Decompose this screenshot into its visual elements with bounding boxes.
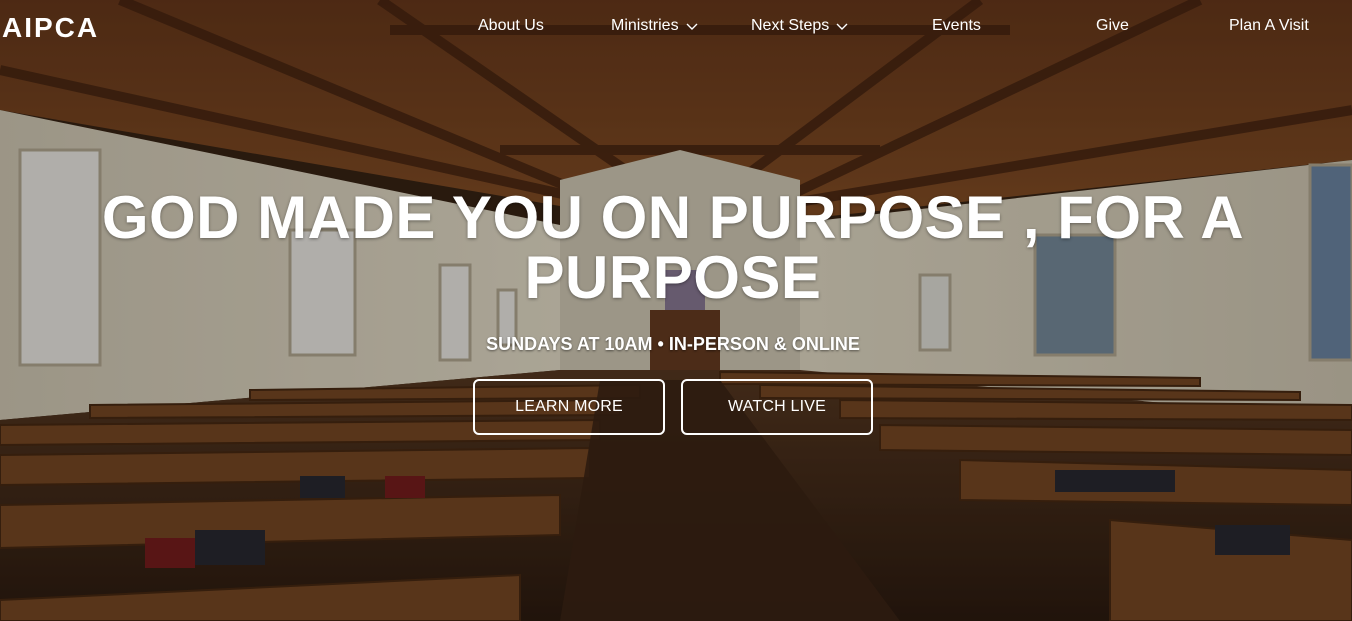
nav-about-us-label: About Us: [478, 17, 544, 34]
nav-events[interactable]: Events: [932, 16, 981, 36]
learn-more-button[interactable]: LEARN MORE: [473, 379, 665, 435]
nav-next-steps-label: Next Steps: [751, 17, 830, 34]
chevron-down-icon: [836, 23, 848, 30]
nav-ministries[interactable]: Ministries: [611, 16, 699, 36]
nav-ministries-label: Ministries: [611, 17, 679, 34]
nav-plan-a-visit[interactable]: Plan A Visit: [1229, 16, 1309, 36]
nav-plan-a-visit-label: Plan A Visit: [1229, 17, 1309, 34]
nav-next-steps[interactable]: Next Steps: [751, 16, 849, 36]
site-logo[interactable]: AIPCA: [2, 12, 99, 44]
nav-events-label: Events: [932, 17, 981, 34]
watch-live-label: WATCH LIVE: [727, 398, 826, 415]
chevron-down-icon: [686, 23, 698, 30]
learn-more-label: LEARN MORE: [515, 398, 623, 415]
nav-give-label: Give: [1096, 17, 1129, 34]
nav-about-us[interactable]: About Us: [478, 16, 544, 36]
hero-service-times: SUNDAYS AT 10AM • IN-PERSON & ONLINE: [486, 334, 860, 354]
watch-live-button[interactable]: WATCH LIVE: [681, 379, 873, 435]
nav-give[interactable]: Give: [1096, 16, 1129, 36]
hero-headline: GOD MADE YOU ON PURPOSE , FOR A PURPOSE: [101, 184, 1245, 311]
